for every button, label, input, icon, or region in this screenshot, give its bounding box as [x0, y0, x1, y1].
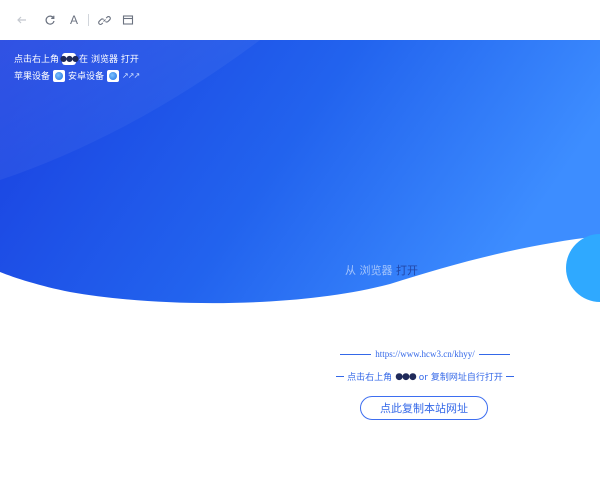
link-icon[interactable]	[96, 12, 112, 28]
divider	[336, 376, 345, 377]
hint-prefix: 点击右上角	[347, 373, 393, 383]
android-device-label: 安卓设备	[68, 72, 105, 82]
divider	[505, 376, 514, 377]
browser-icon	[107, 69, 120, 82]
open-in-browser-tip: 点击右上角 ●●● 在 浏览器 打开	[14, 52, 139, 65]
divider	[478, 353, 511, 355]
copy-hint: 点击右上角 ●●● or 复制网址自行打开	[336, 370, 514, 383]
divider	[340, 353, 372, 355]
accent-circle	[566, 234, 600, 302]
font-size-icon[interactable]: A	[66, 12, 82, 28]
tip-text: 点击右上角	[14, 55, 60, 65]
device-tip: 苹果设备 安卓设备 ↗↗↗	[14, 69, 140, 82]
arrow-left-icon[interactable]	[14, 12, 30, 28]
hint-suffix: or 复制网址自行打开	[418, 373, 503, 383]
apple-device-label: 苹果设备	[14, 72, 51, 82]
safari-icon	[53, 69, 66, 82]
arrows-icon: ↗↗↗	[122, 71, 140, 80]
tip-text: 浏览器 打开	[91, 55, 139, 65]
url-text[interactable]: https://www.hcw3.cn/khyy/	[375, 349, 474, 359]
copy-url-button[interactable]: 点此复制本站网址	[360, 396, 488, 420]
window-icon[interactable]	[120, 12, 136, 28]
refresh-icon[interactable]	[42, 12, 58, 28]
faded-text-right: 打开	[396, 264, 418, 277]
faded-open-text: 从 浏览器 打开	[345, 262, 418, 278]
more-menu-icon: ●●●	[60, 52, 79, 65]
browser-toolbar: A	[0, 0, 600, 40]
faded-text-left: 从 浏览器	[345, 264, 393, 277]
site-url: https://www.hcw3.cn/khyy/	[340, 349, 511, 359]
more-menu-icon: ●●●	[395, 371, 417, 382]
toolbar-divider	[88, 14, 89, 26]
tip-text: 在	[79, 55, 89, 65]
